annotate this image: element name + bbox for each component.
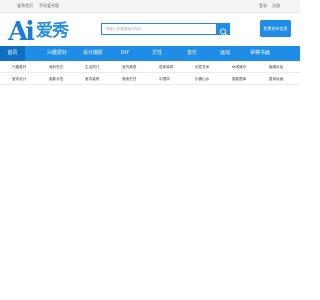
main-nav: 首页 兴趣爱好 设计摄影 DIY 烹饪 音乐 运动 琴棋书画 xyxy=(0,46,300,61)
nav-item-diy[interactable]: DIY xyxy=(113,46,137,61)
search-icon xyxy=(219,28,228,36)
nav-item-arts[interactable]: 琴棋书画 xyxy=(246,46,274,61)
publish-button[interactable]: 免费发布信息 xyxy=(260,20,291,37)
login-link[interactable]: 登录 xyxy=(259,3,267,9)
nav-item-music[interactable]: 音乐 xyxy=(180,46,204,61)
nav-item-hobbies[interactable]: 兴趣爱好 xyxy=(37,46,77,61)
logo-chinese: 爱秀 xyxy=(36,21,69,41)
home-link[interactable]: 爱秀首页 xyxy=(17,3,33,9)
register-link[interactable]: 注册 xyxy=(272,3,280,9)
nav-item-cooking[interactable]: 烹饪 xyxy=(145,46,169,61)
search-placeholder: 请输入您要搜索的内容 xyxy=(106,27,141,31)
top-bar: 爱秀首页 手机爱秀版 登录 注册 xyxy=(0,0,300,13)
logo-letters: Ai xyxy=(8,17,35,47)
mobile-version-link[interactable]: 手机爱秀版 xyxy=(39,3,59,9)
search-button[interactable] xyxy=(217,23,230,36)
nav-item-sports[interactable]: 运动 xyxy=(213,46,237,61)
divider xyxy=(0,84,300,85)
nav-item-design-photo[interactable]: 设计摄影 xyxy=(79,46,107,61)
nav-item-home[interactable]: 首页 xyxy=(0,46,25,61)
search-input[interactable]: 请输入您要搜索的内容 xyxy=(101,23,217,35)
